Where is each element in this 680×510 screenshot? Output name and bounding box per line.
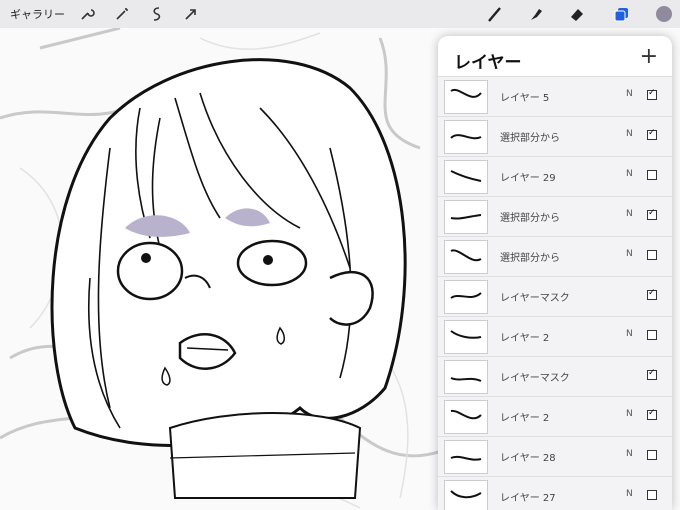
layer-row[interactable]: レイヤー 2 N <box>438 396 672 436</box>
blend-mode-button[interactable]: N <box>626 169 633 179</box>
blend-mode-button[interactable]: N <box>626 209 633 219</box>
layer-thumbnail[interactable] <box>444 400 488 434</box>
layer-name: レイヤー 27 <box>500 493 556 504</box>
layer-thumbnail[interactable] <box>444 160 488 194</box>
color-swatch[interactable] <box>655 5 673 23</box>
layer-name: レイヤーマスク <box>500 293 570 304</box>
visibility-checkbox[interactable] <box>647 450 657 460</box>
layer-thumbnail[interactable] <box>444 280 488 314</box>
blend-mode-button[interactable]: N <box>626 409 633 419</box>
layer-name: レイヤー 29 <box>500 173 556 184</box>
layer-name: レイヤー 28 <box>500 453 556 464</box>
layer-name: レイヤー 2 <box>500 413 550 424</box>
layer-thumbnail[interactable] <box>444 240 488 274</box>
blend-mode-button[interactable]: N <box>626 449 633 459</box>
layer-row[interactable]: レイヤー 28 N <box>438 436 672 476</box>
blend-mode-button[interactable]: N <box>626 89 633 99</box>
visibility-checkbox[interactable] <box>647 330 657 340</box>
layer-name: レイヤー 5 <box>500 93 550 104</box>
visibility-checkbox[interactable] <box>647 128 657 140</box>
magic-wand-icon[interactable] <box>113 5 131 23</box>
layer-row[interactable]: レイヤーマスク <box>438 356 672 396</box>
top-toolbar: ギャラリー <box>0 0 680 28</box>
layer-row[interactable]: 選択部分から N <box>438 116 672 156</box>
layer-row[interactable]: レイヤー 27 N <box>438 476 672 510</box>
layer-thumbnail[interactable] <box>444 360 488 394</box>
layers-panel-title: レイヤー <box>454 53 522 73</box>
blend-mode-button[interactable]: N <box>626 329 633 339</box>
layer-name: レイヤーマスク <box>500 373 570 384</box>
smudge-icon[interactable] <box>527 5 545 23</box>
eraser-icon[interactable] <box>568 5 586 23</box>
gallery-button[interactable]: ギャラリー <box>10 6 65 22</box>
blend-mode-button[interactable]: N <box>626 489 633 499</box>
wrench-icon[interactable] <box>78 5 96 23</box>
layer-thumbnail[interactable] <box>444 320 488 354</box>
layers-panel: レイヤー + レイヤー 5N選択部分からNレイヤー 29N選択部分からN選択部分… <box>438 36 672 510</box>
brush-icon[interactable] <box>486 5 504 23</box>
layer-row[interactable]: 選択部分から N <box>438 196 672 236</box>
add-layer-button[interactable]: + <box>640 46 658 68</box>
visibility-checkbox[interactable] <box>647 208 657 220</box>
layer-name: 選択部分から <box>500 133 560 144</box>
layer-thumbnail[interactable] <box>444 440 488 474</box>
layer-list: レイヤー 5N選択部分からNレイヤー 29N選択部分からN選択部分からNレイヤー… <box>438 76 672 510</box>
layer-thumbnail[interactable] <box>444 80 488 114</box>
visibility-checkbox[interactable] <box>647 490 657 500</box>
transform-arrow-icon[interactable] <box>182 5 200 23</box>
layer-thumbnail[interactable] <box>444 200 488 234</box>
blend-mode-button[interactable]: N <box>626 129 633 139</box>
layer-row[interactable]: レイヤーマスク <box>438 276 672 316</box>
layer-thumbnail[interactable] <box>444 120 488 154</box>
visibility-checkbox[interactable] <box>647 408 657 420</box>
visibility-checkbox[interactable] <box>647 250 657 260</box>
visibility-checkbox[interactable] <box>647 288 657 300</box>
visibility-checkbox[interactable] <box>647 170 657 180</box>
layer-name: レイヤー 2 <box>500 333 550 344</box>
layer-name: 選択部分から <box>500 213 560 224</box>
selection-icon[interactable] <box>148 5 166 23</box>
blend-mode-button[interactable]: N <box>626 249 633 259</box>
visibility-checkbox[interactable] <box>647 368 657 380</box>
layer-row[interactable]: レイヤー 2 N <box>438 316 672 356</box>
layer-name: 選択部分から <box>500 253 560 264</box>
layers-icon[interactable] <box>612 5 630 23</box>
layer-row[interactable]: 選択部分から N <box>438 236 672 276</box>
layer-row[interactable]: レイヤー 29 N <box>438 156 672 196</box>
layer-thumbnail[interactable] <box>444 480 488 510</box>
visibility-checkbox[interactable] <box>647 88 657 100</box>
layer-row[interactable]: レイヤー 5 N <box>438 76 672 116</box>
